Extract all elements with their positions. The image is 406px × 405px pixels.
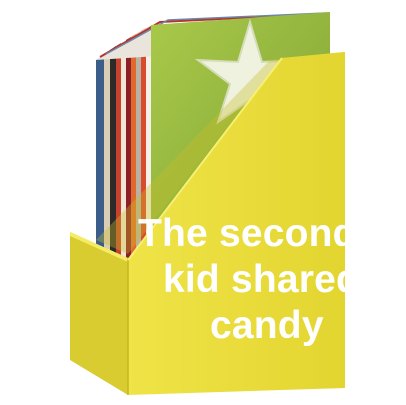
photo-scene: The second kid shared candy (0, 0, 406, 405)
magazine-box-illustration (70, 12, 345, 395)
